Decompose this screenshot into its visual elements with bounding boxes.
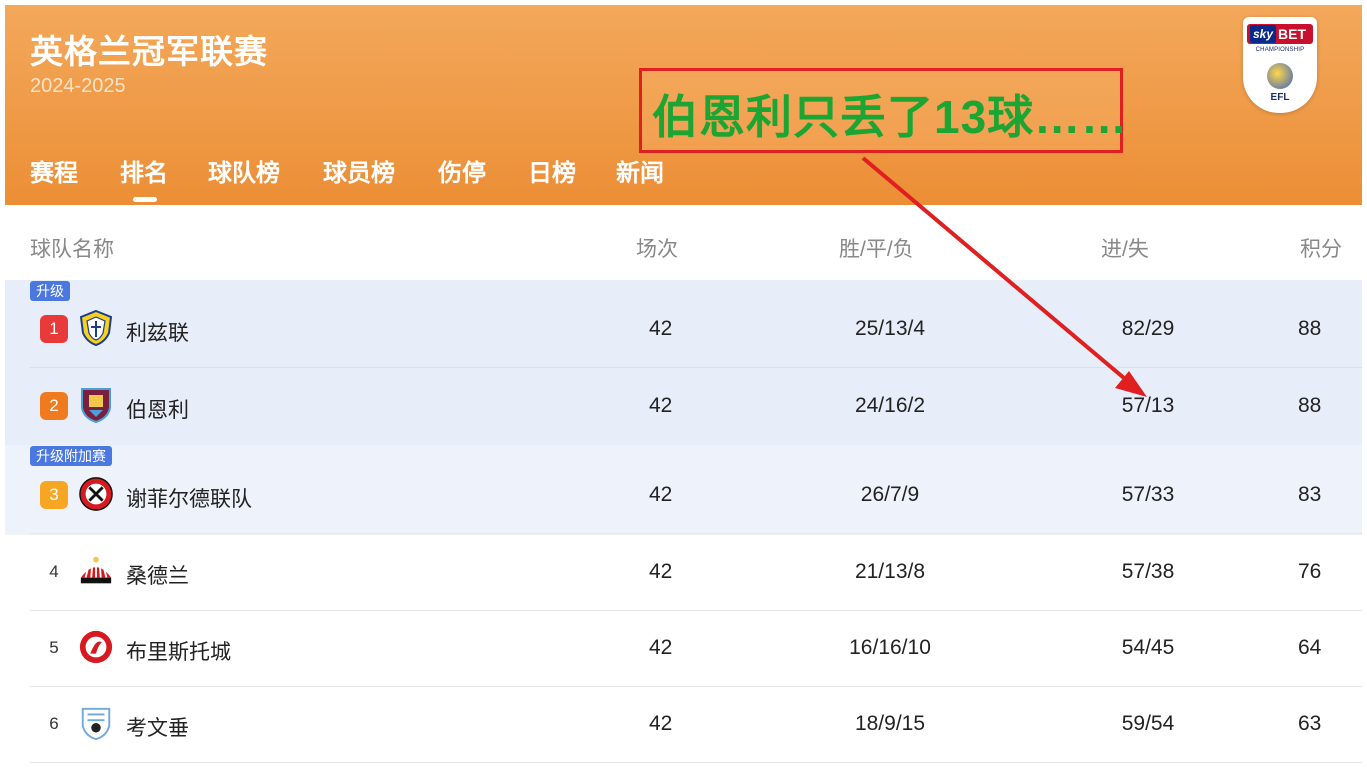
table-row[interactable]: 5 布里斯托城 42 16/16/10 54/45 64 — [30, 610, 1362, 687]
efl-championship-logo: sky BET CHAMPIONSHIP EFL — [1243, 17, 1317, 113]
played-value: 42 — [649, 712, 673, 735]
rank-badge: 6 — [49, 714, 59, 733]
season-label: 2024-2025 — [30, 75, 126, 97]
goals-value: 59/54 — [1121, 712, 1175, 735]
rank-badge: 1 — [40, 315, 68, 343]
table-header: 球队名称 场次 胜/平/负 进/失 积分 — [5, 205, 1362, 280]
rank-badge: 2 — [40, 392, 68, 420]
header-played: 场次 — [636, 238, 678, 261]
points-value: 76 — [1298, 560, 1322, 583]
points-value: 83 — [1298, 483, 1322, 506]
rank-badge: 5 — [49, 638, 59, 657]
wdl-value: 18/9/15 — [854, 712, 926, 735]
played-value: 42 — [649, 636, 673, 659]
league-title: 英格兰冠军联赛 — [30, 33, 268, 70]
team-name[interactable]: 利兹联 — [126, 317, 189, 347]
goals-value: 82/29 — [1121, 317, 1175, 340]
rank-badge: 3 — [40, 481, 68, 509]
wdl-value: 21/13/8 — [854, 560, 926, 583]
goals-value: 57/13 — [1121, 394, 1175, 417]
wdl-value: 26/7/9 — [860, 483, 920, 506]
header-wdl: 胜/平/负 — [839, 238, 914, 261]
points-value: 88 — [1298, 317, 1322, 340]
sky-logo-text: sky — [1250, 25, 1276, 43]
football-icon — [1267, 63, 1293, 89]
points-value: 63 — [1298, 712, 1322, 735]
tab-news[interactable]: 新闻 — [616, 153, 664, 188]
bet-logo-text: BET — [1278, 26, 1306, 42]
played-value: 42 — [649, 483, 673, 506]
team-name[interactable]: 桑德兰 — [126, 560, 189, 590]
team-name[interactable]: 考文垂 — [126, 712, 189, 742]
played-value: 42 — [649, 317, 673, 340]
played-value: 42 — [649, 560, 673, 583]
table-row[interactable]: 6 考文垂 42 18/9/15 59/54 63 — [30, 686, 1362, 763]
burnley-crest-icon — [81, 388, 111, 424]
played-value: 42 — [649, 394, 673, 417]
team-name[interactable]: 布里斯托城 — [126, 636, 231, 666]
header-points: 积分 — [1300, 238, 1342, 261]
tab-team-stats[interactable]: 球队榜 — [208, 153, 280, 188]
wdl-value: 24/16/2 — [854, 394, 926, 417]
table-row[interactable]: 1 利兹联 42 25/13/4 82/29 88 — [30, 291, 1362, 368]
standings-page: 英格兰冠军联赛 2024-2025 sky BET CHAMPIONSHIP E… — [5, 5, 1362, 770]
table-row[interactable]: 2 伯恩利 42 24/16/2 57/13 88 — [30, 368, 1362, 444]
annotation-text: 伯恩利只丢了13球…… — [652, 91, 1129, 143]
tab-injuries[interactable]: 伤停 — [438, 153, 486, 188]
table-row[interactable]: 4 桑德兰 42 21/13/8 57/38 76 — [30, 534, 1362, 611]
sunderland-crest-icon — [80, 556, 112, 584]
annotation-box: 伯恩利只丢了13球…… — [639, 68, 1127, 153]
tab-standings[interactable]: 排名 — [120, 153, 168, 202]
rank-badge: 4 — [49, 562, 59, 581]
leeds-crest-icon — [79, 309, 113, 347]
tab-daily[interactable]: 日榜 — [528, 153, 576, 188]
sheffield-united-crest-icon — [79, 477, 113, 511]
header-team: 球队名称 — [30, 238, 114, 261]
table-row[interactable]: 3 谢菲尔德联队 42 26/7/9 57/33 83 — [30, 457, 1362, 534]
team-name[interactable]: 谢菲尔德联队 — [126, 483, 252, 513]
points-value: 64 — [1298, 636, 1322, 659]
sky-bet-banner: sky BET — [1247, 24, 1313, 44]
team-name[interactable]: 伯恩利 — [126, 394, 189, 424]
points-value: 88 — [1298, 394, 1322, 417]
tab-fixtures[interactable]: 赛程 — [30, 153, 78, 188]
wdl-value: 25/13/4 — [854, 317, 926, 340]
header-goals: 进/失 — [1101, 238, 1149, 261]
championship-logo-text: CHAMPIONSHIP — [1255, 47, 1305, 53]
bristol-city-crest-icon — [79, 630, 113, 664]
efl-logo-text: EFL — [1270, 92, 1290, 103]
goals-value: 57/38 — [1121, 560, 1175, 583]
wdl-value: 16/16/10 — [849, 636, 931, 659]
goals-value: 57/33 — [1121, 483, 1175, 506]
goals-value: 54/45 — [1121, 636, 1175, 659]
tab-player-stats[interactable]: 球员榜 — [323, 153, 395, 188]
coventry-crest-icon — [81, 707, 111, 741]
